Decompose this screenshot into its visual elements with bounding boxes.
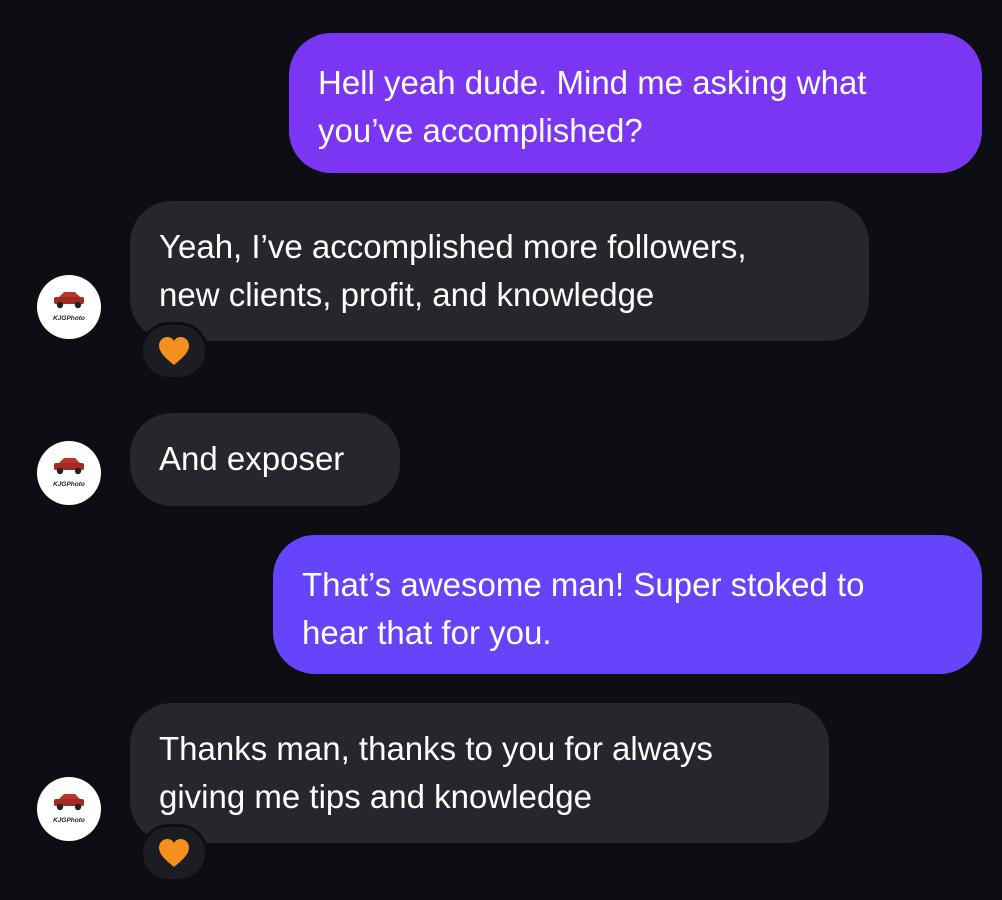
incoming-message-bubble[interactable]: Yeah, I’ve accomplished more followers, …: [130, 201, 869, 341]
message-reaction[interactable]: [140, 322, 208, 380]
red-car-logo-icon: [54, 292, 84, 309]
contact-avatar[interactable]: KJGPhoto: [37, 441, 101, 505]
svg-text:KJGPhoto: KJGPhoto: [53, 817, 85, 824]
outgoing-message-bubble[interactable]: Hell yeah dude. Mind me asking what you’…: [289, 33, 982, 173]
svg-text:KJGPhoto: KJGPhoto: [53, 481, 85, 488]
svg-text:KJGPhoto: KJGPhoto: [53, 315, 85, 322]
contact-avatar[interactable]: KJGPhoto: [37, 777, 101, 841]
incoming-message-bubble[interactable]: Thanks man, thanks to you for always giv…: [130, 703, 829, 843]
outgoing-message-bubble[interactable]: That’s awesome man! Super stoked to hear…: [273, 535, 982, 674]
incoming-message-bubble[interactable]: And exposer: [130, 413, 400, 506]
message-thread: Hell yeah dude. Mind me asking what you’…: [0, 0, 1002, 900]
red-car-logo-icon: [54, 458, 84, 475]
message-reaction[interactable]: [140, 824, 208, 882]
orange-heart-icon: [159, 337, 189, 365]
orange-heart-icon: [159, 839, 189, 867]
red-car-logo-icon: [54, 794, 84, 811]
contact-avatar[interactable]: KJGPhoto: [37, 275, 101, 339]
